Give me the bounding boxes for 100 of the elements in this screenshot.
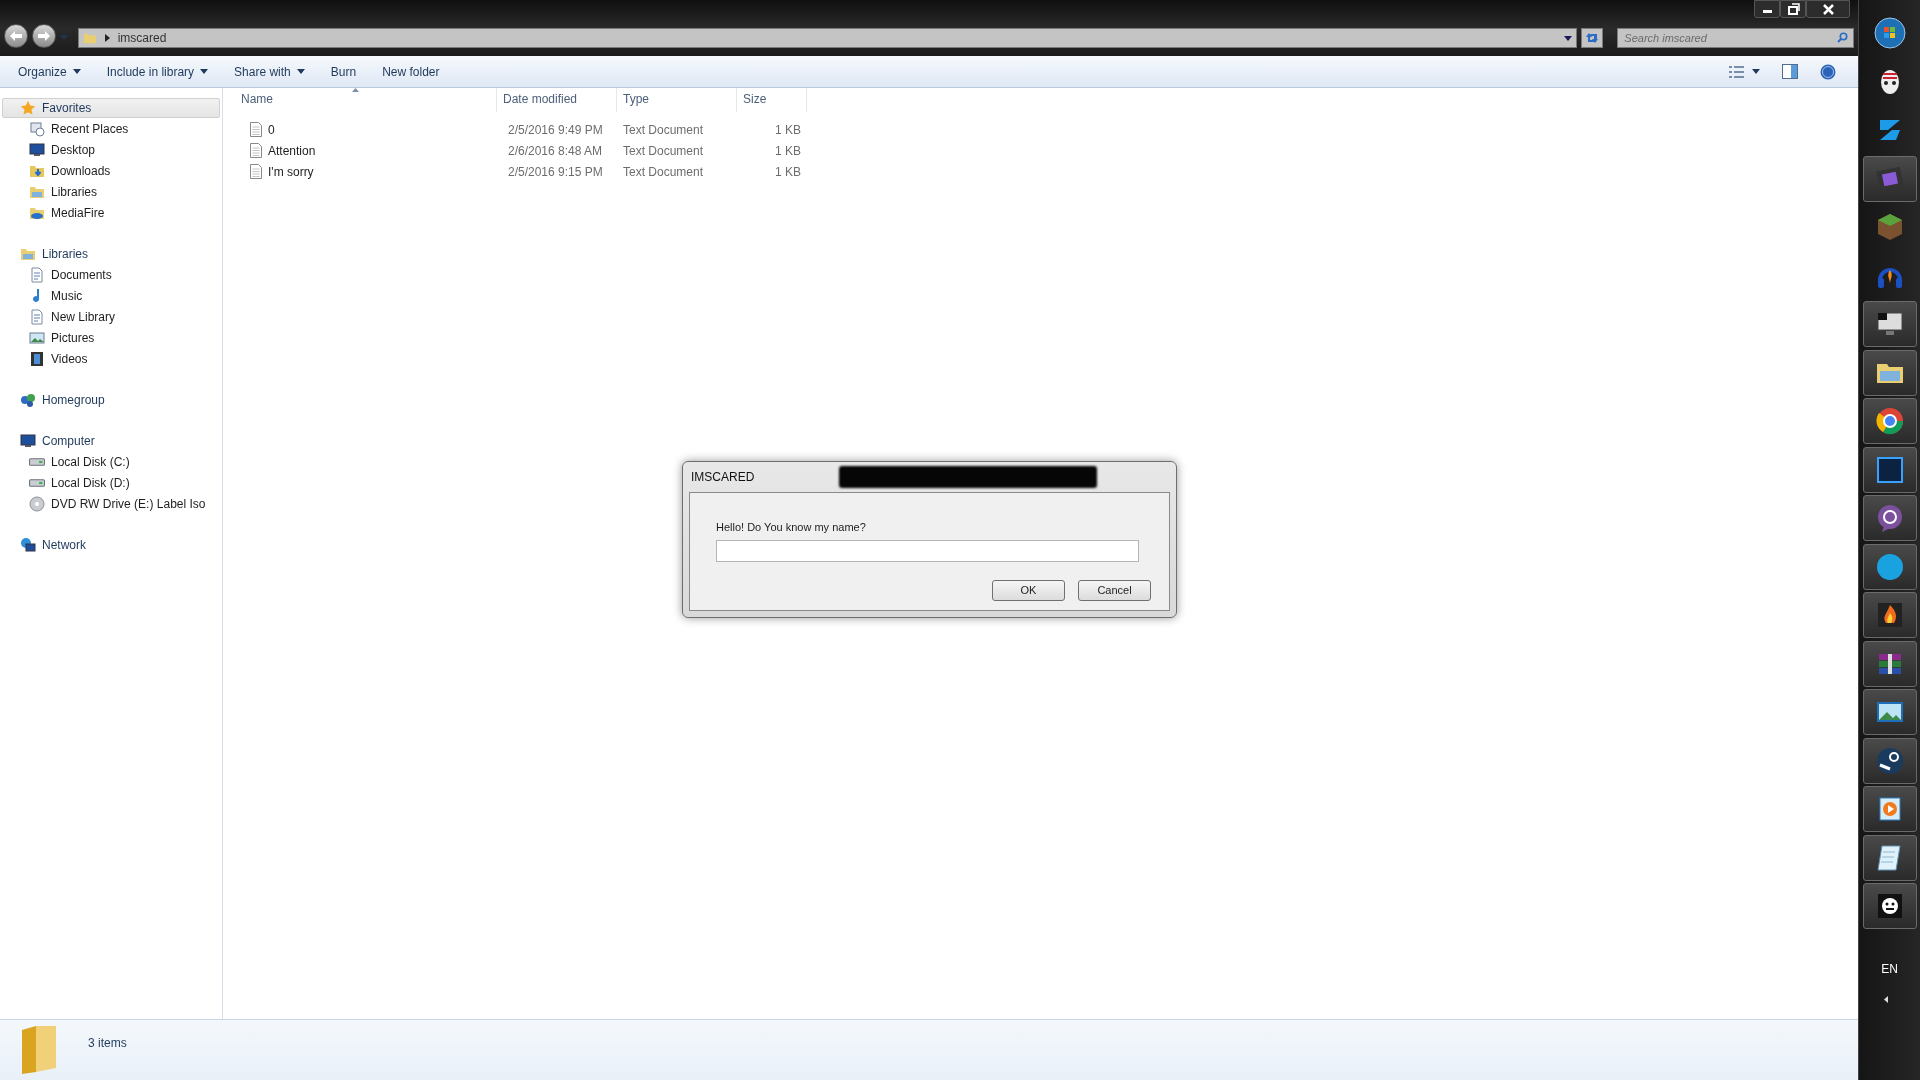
minimize-button[interactable]	[1754, 0, 1780, 18]
folder-icon	[20, 246, 36, 262]
nav-group-header[interactable]: Network	[2, 535, 220, 555]
item-count: 3 items	[88, 1035, 127, 1052]
nav-item-label: Documents	[51, 266, 112, 284]
folder-icon	[82, 31, 97, 45]
dialog-button[interactable]: Cancel	[1078, 579, 1151, 601]
toolbar-button[interactable]: Share with	[224, 59, 315, 84]
caret-icon	[72, 69, 81, 74]
taskbar-button[interactable]	[1862, 301, 1917, 347]
taskbar-button[interactable]	[1862, 446, 1917, 493]
address-path: imscared	[117, 30, 167, 47]
nav-item-label: Videos	[51, 350, 88, 368]
nav-group-header[interactable]: Libraries	[2, 244, 220, 264]
nav-item[interactable]: Desktop	[0, 139, 222, 160]
nav-group-header[interactable]: Favorites	[2, 98, 220, 118]
nav-item-label: Local Disk (D:)	[51, 474, 130, 492]
taskbar-button[interactable]	[1862, 883, 1917, 929]
nav-item-label: DVD RW Drive (E:) Label Iso	[51, 495, 206, 513]
close-button[interactable]	[1806, 0, 1850, 18]
film-icon	[29, 350, 45, 367]
nav-item[interactable]: Recent Places	[0, 118, 222, 139]
caret-icon	[59, 35, 68, 40]
file-type: Text Document	[622, 121, 705, 139]
nav-item-label: Libraries	[51, 183, 98, 201]
star-icon	[20, 100, 36, 116]
nav-group-header[interactable]: Homegroup	[2, 390, 220, 410]
taskbar-button[interactable]	[1862, 398, 1917, 444]
file-date: 2/5/2016 9:15 PM	[507, 163, 604, 181]
nav-item[interactable]: Local Disk (D:)	[0, 472, 222, 493]
refresh-button[interactable]	[1581, 28, 1604, 48]
pane-icon	[1782, 64, 1798, 79]
nav-item[interactable]: Local Disk (C:)	[0, 451, 222, 472]
dropdown-icon	[1564, 35, 1573, 41]
taskbar-button[interactable]	[1862, 834, 1917, 881]
nav-group-header[interactable]: Computer	[2, 431, 220, 451]
drive-icon	[29, 478, 45, 487]
name-input[interactable]	[716, 539, 1139, 562]
minimize-icon	[1762, 10, 1772, 13]
taskbar-button[interactable]	[1862, 737, 1917, 784]
file-row[interactable]: Attention 2/6/2016 8:48 AM Text Document 1 KB	[231, 140, 1858, 161]
toolbar-button[interactable]: New folder	[372, 59, 450, 84]
preview-pane-button[interactable]	[1782, 64, 1798, 79]
taskbar-button[interactable]	[1862, 640, 1917, 687]
dialog-title: IMSCARED	[691, 469, 755, 486]
taskbar-button[interactable]	[1862, 689, 1917, 735]
caret-icon	[1752, 69, 1760, 74]
people-icon	[20, 392, 36, 408]
taskbar-button[interactable]	[1862, 349, 1917, 396]
refresh-icon	[1585, 32, 1600, 44]
address-bar[interactable]: imscared	[77, 28, 1578, 48]
nav-group-label: Libraries	[42, 246, 89, 263]
taskbar-button[interactable]	[1862, 495, 1917, 541]
toolbar-button[interactable]: Burn	[320, 59, 367, 84]
restore-button[interactable]	[1780, 0, 1806, 18]
file-size: 1 KB	[774, 121, 802, 139]
dialog-prompt: Hello! Do You know my name?	[716, 520, 866, 535]
text-file-icon	[250, 164, 262, 179]
nav-item[interactable]: Videos	[0, 348, 222, 369]
nav-item[interactable]: Music	[0, 285, 222, 306]
nav-item[interactable]: DVD RW Drive (E:) Label Iso	[0, 493, 222, 514]
file-row[interactable]: I'm sorry 2/5/2016 9:15 PM Text Document 1 KB	[231, 161, 1858, 182]
document-icon	[29, 308, 45, 325]
drive-icon	[29, 457, 45, 466]
nav-item[interactable]: New Library	[0, 306, 222, 327]
file-row[interactable]: 0 2/5/2016 9:49 PM Text Document 1 KB	[231, 119, 1858, 140]
nav-item[interactable]: Pictures	[0, 327, 222, 348]
sort-arrow-icon	[351, 88, 359, 92]
nav-item-label: Desktop	[51, 141, 96, 159]
search-field[interactable]: Search imscared	[1617, 28, 1854, 48]
nav-group-label: Favorites	[42, 100, 92, 117]
toolbar-button[interactable]: Organize	[8, 59, 91, 84]
disc-icon	[29, 495, 45, 512]
language-indicator: EN	[1881, 960, 1898, 978]
column-header[interactable]: Size	[737, 88, 807, 112]
column-header[interactable]: Date modified	[497, 88, 617, 112]
forward-button[interactable]	[31, 24, 56, 48]
file-size: 1 KB	[774, 142, 802, 160]
chevron-icon	[104, 34, 110, 42]
taskbar-button[interactable]	[1862, 786, 1917, 832]
column-header[interactable]: Type	[617, 88, 737, 112]
back-button[interactable]	[4, 24, 28, 48]
start-orb-icon	[1873, 17, 1906, 49]
nav-item[interactable]: Documents	[0, 264, 222, 285]
file-name: Attention	[268, 142, 316, 160]
monitor-icon	[20, 433, 36, 449]
dialog-button[interactable]: OK	[992, 579, 1065, 601]
view-options-button[interactable]	[1729, 65, 1760, 78]
caret-icon	[200, 69, 209, 74]
file-type: Text Document	[622, 163, 705, 181]
toolbar-button[interactable]: Include in library	[96, 59, 219, 84]
nav-item[interactable]: MediaFire	[0, 202, 222, 223]
taskbar-button[interactable]	[1862, 543, 1917, 590]
file-date: 2/6/2016 8:48 AM	[507, 142, 604, 160]
nav-item[interactable]: Downloads	[0, 160, 222, 181]
nav-item-label: Music	[51, 287, 83, 305]
file-name: I'm sorry	[268, 163, 314, 181]
column-header[interactable]: Name	[231, 88, 497, 112]
nav-item[interactable]: Libraries	[0, 181, 222, 202]
monitor-icon	[29, 141, 45, 158]
